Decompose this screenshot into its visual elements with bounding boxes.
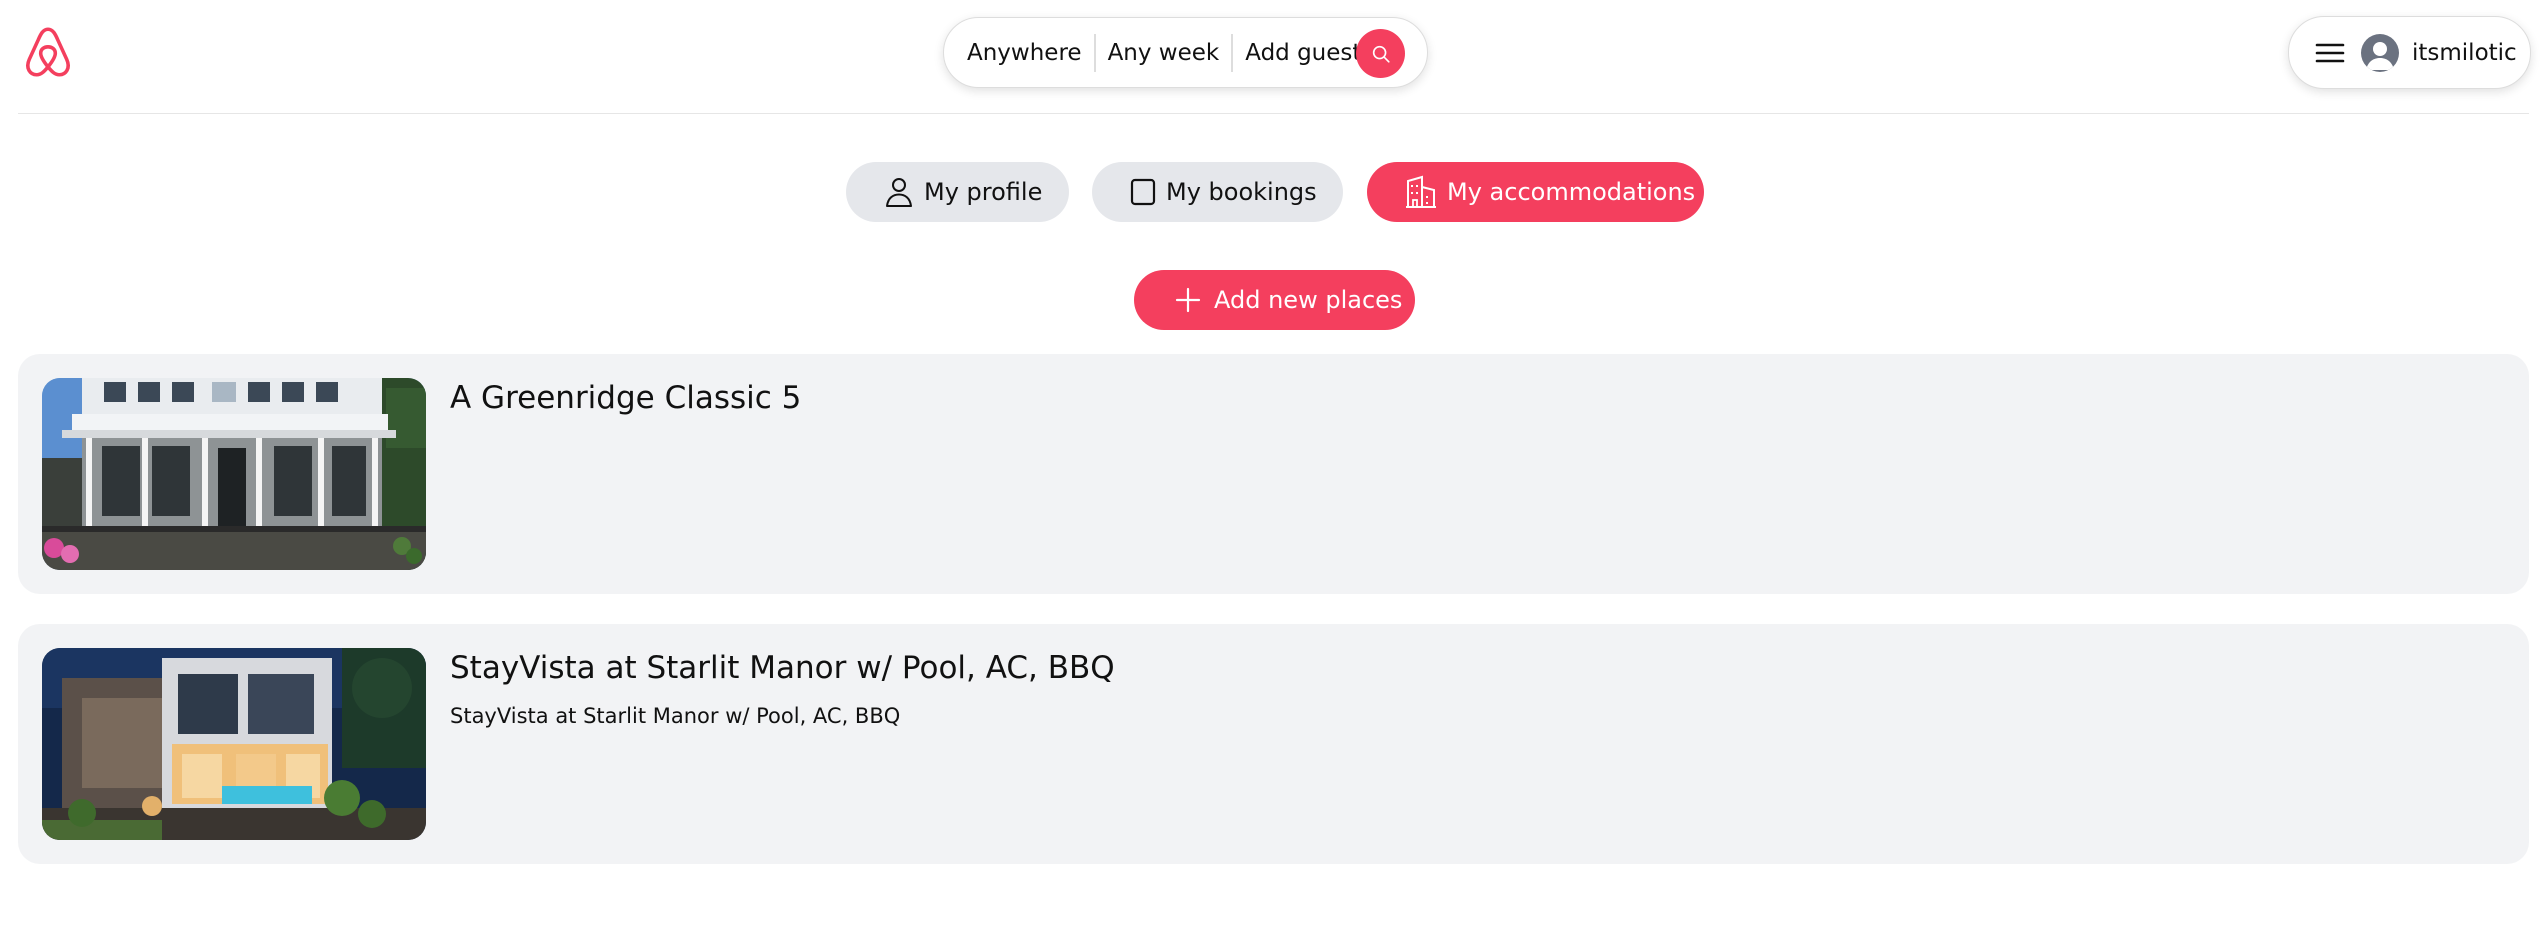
user-avatar-icon (2361, 33, 2399, 72)
buildings-icon (1405, 175, 1437, 209)
header: Anywhere Any week Add guests itsmilotic (0, 0, 2543, 114)
tab-my-accommodations[interactable]: My accommodations (1367, 162, 1704, 222)
username: itsmilotic (2412, 39, 2517, 66)
place-photo (42, 378, 426, 570)
place-card[interactable]: A Greenridge Classic 5 (18, 354, 2529, 594)
tab-my-bookings[interactable]: My bookings (1092, 162, 1343, 222)
search-bar[interactable]: Anywhere Any week Add guests (943, 17, 1428, 88)
tab-label: My bookings (1166, 178, 1317, 206)
bookings-icon (1130, 177, 1156, 207)
add-new-place-button[interactable]: Add new places (1134, 270, 1415, 330)
hamburger-icon (2315, 43, 2345, 62)
search-divider (1231, 33, 1234, 72)
airbnb-logo-icon[interactable] (22, 24, 74, 80)
search-divider (1093, 33, 1096, 72)
user-icon (884, 176, 914, 208)
search-where[interactable]: Anywhere (967, 40, 1082, 66)
place-photo (42, 648, 426, 840)
tab-label: My profile (924, 178, 1043, 206)
search-icon (1372, 45, 1390, 63)
plus-icon (1174, 286, 1202, 314)
search-when[interactable]: Any week (1108, 40, 1220, 66)
search-guests[interactable]: Add guests (1245, 40, 1373, 66)
add-new-place-label: Add new places (1214, 286, 1403, 314)
place-description: StayVista at Starlit Manor w/ Pool, AC, … (450, 704, 901, 728)
search-button[interactable] (1356, 29, 1405, 78)
place-title: A Greenridge Classic 5 (450, 380, 802, 416)
header-divider (18, 113, 2529, 114)
place-card[interactable]: StayVista at Starlit Manor w/ Pool, AC, … (18, 624, 2529, 864)
user-menu-button[interactable]: itsmilotic (2288, 16, 2531, 89)
place-title: StayVista at Starlit Manor w/ Pool, AC, … (450, 650, 1115, 686)
tab-my-profile[interactable]: My profile (846, 162, 1069, 222)
tab-label: My accommodations (1447, 178, 1696, 206)
